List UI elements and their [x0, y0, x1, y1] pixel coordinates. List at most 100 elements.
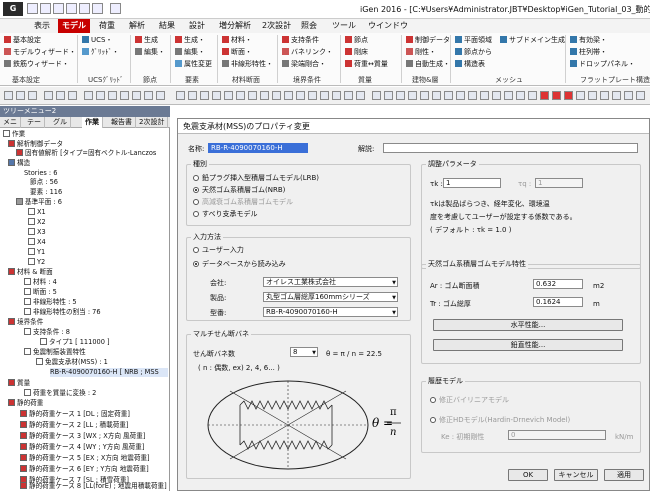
from-nodes-button[interactable]: 節点から	[455, 48, 492, 57]
name-input[interactable]: RB-R-4090070160-H	[208, 143, 308, 153]
nonlinear-property-button[interactable]: 非線形特性・	[222, 60, 273, 69]
open-file-icon[interactable]	[40, 3, 51, 14]
menu-view[interactable]: 表示	[30, 19, 54, 33]
toolbar-icon[interactable]	[516, 91, 525, 100]
menu-window[interactable]: ウインドウ	[364, 19, 412, 33]
description-input[interactable]	[383, 143, 638, 153]
model-select[interactable]: RB-R-4090070160-H ▼	[263, 307, 398, 317]
plane-region-button[interactable]: 平面領域	[455, 36, 492, 45]
tree-item[interactable]: 節点 : 56	[30, 178, 58, 187]
tree-item[interactable]: 材料 : 4	[24, 278, 57, 287]
tree-item[interactable]: 固有値解析 [タイプ=固有ベクトル-Lanczos	[16, 149, 156, 158]
drop-panel-button[interactable]: ドロップパネル・	[570, 60, 635, 69]
toolbar-icon[interactable]	[260, 91, 269, 100]
tab-report[interactable]: 報告書	[108, 117, 136, 128]
toolbar-icon[interactable]	[248, 91, 257, 100]
menu-tools[interactable]: ツール	[328, 19, 360, 33]
tree-item[interactable]: 静的荷重ケース 1 [DL ; 固定荷重]	[20, 410, 130, 419]
toolbar-icon[interactable]	[272, 91, 281, 100]
toolbar-icon[interactable]	[576, 91, 585, 100]
ke-input[interactable]: 0	[508, 430, 606, 440]
hysteresis-bilinear[interactable]: 修正バイリニアモデル	[430, 395, 509, 405]
toolbar-icon[interactable]	[456, 91, 465, 100]
tree-item[interactable]: タイプ1 [ 111000 ]	[40, 338, 110, 347]
tree-item[interactable]: 支持条件 : 8	[24, 328, 70, 337]
cancel-button[interactable]: キャンセル	[554, 469, 598, 481]
company-select[interactable]: オイレス工業株式会社 ▼	[263, 277, 398, 287]
node-create-button[interactable]: 生成	[135, 36, 158, 45]
toolbar-icon[interactable]	[384, 91, 393, 100]
tree-item[interactable]: 作業	[3, 130, 25, 139]
model-wizard-button[interactable]: モデルウィザード・	[4, 48, 76, 57]
menu-incremental[interactable]: 増分解析	[215, 19, 255, 33]
section-button[interactable]: 断面・	[222, 48, 252, 57]
tree-item[interactable]: X4	[28, 238, 46, 247]
toolbar-icon[interactable]	[504, 91, 513, 100]
toolbar-icon[interactable]	[84, 91, 93, 100]
toolbar-icon[interactable]	[236, 91, 245, 100]
tr-input[interactable]: 0.1624	[533, 297, 583, 307]
tree-item[interactable]: 基準平面 : 6	[16, 198, 62, 207]
tree-item[interactable]: Y2	[28, 258, 45, 267]
toolbar-icon[interactable]	[408, 91, 417, 100]
type-option-lrb[interactable]: 鉛プラグ挿入型積層ゴムモデル(LRB)	[193, 173, 319, 183]
beam-end-rigid-button[interactable]: 梁端剛合・	[282, 60, 326, 69]
toolbar-icon[interactable]	[108, 91, 117, 100]
toolbar-icon[interactable]	[444, 91, 453, 100]
tk-input[interactable]: 1	[443, 178, 501, 188]
toolbar-icon[interactable]	[96, 91, 105, 100]
menu-analysis[interactable]: 解析	[125, 19, 149, 33]
subdomain-button[interactable]: サブドメイン生成	[500, 36, 565, 45]
toolbar-icon[interactable]	[44, 91, 53, 100]
toolbar-icon[interactable]	[144, 91, 153, 100]
toolbar-icon[interactable]	[468, 91, 477, 100]
rigid-floor-button[interactable]: 剛床	[345, 48, 368, 57]
tab-table[interactable]: テー	[24, 117, 45, 128]
toolbar-icon[interactable]	[624, 91, 633, 100]
toolbar-icon[interactable]	[600, 91, 609, 100]
save-icon[interactable]	[53, 3, 64, 14]
menu-results[interactable]: 結果	[155, 19, 179, 33]
structure-table-button[interactable]: 構造表	[455, 60, 485, 69]
toolbar-icon[interactable]	[212, 91, 221, 100]
tree-item-selected[interactable]: RB-R-4090070160-H [ NRB ; MSS	[50, 368, 168, 377]
tree-item[interactable]: X3	[28, 228, 46, 237]
tree-item[interactable]: 静的荷重ケース 4 [WY ; Y方向 風荷重]	[20, 443, 144, 452]
toolbar-icon[interactable]	[356, 91, 365, 100]
grid-button[interactable]: ｸﾞﾘｯﾄﾞ・	[82, 48, 119, 57]
toolbar-icon[interactable]	[332, 91, 341, 100]
column-strip-button[interactable]: 柱列帯・	[570, 48, 607, 57]
type-option-hdr[interactable]: 高減衰ゴム系積層ゴムモデル	[193, 197, 293, 207]
hysteresis-hd[interactable]: 修正HDモデル(Hardin-Drnevich Model)	[430, 415, 570, 425]
tree-item[interactable]: Stories : 6	[24, 169, 57, 178]
toolbar-icon[interactable]	[396, 91, 405, 100]
tree-item[interactable]: 免震支承材(MSS) : 1	[36, 358, 108, 367]
toolbar-icon[interactable]	[284, 91, 293, 100]
toolbar-icon[interactable]	[68, 91, 77, 100]
undo-icon[interactable]	[79, 3, 90, 14]
toolbar-icon[interactable]	[224, 91, 233, 100]
print-icon[interactable]	[66, 3, 77, 14]
mass-node-button[interactable]: 節点	[345, 36, 368, 45]
toolbar-icon[interactable]	[296, 91, 305, 100]
toolbar-icon[interactable]	[120, 91, 129, 100]
tree-item[interactable]: 免震制振装置特性	[24, 348, 86, 357]
support-button[interactable]: 支持条件	[282, 36, 319, 45]
toolbar-icon[interactable]	[132, 91, 141, 100]
type-option-nrb[interactable]: 天然ゴム系積層ゴム(NRB)	[193, 185, 285, 195]
toolbar-icon[interactable]	[372, 91, 381, 100]
tab-work[interactable]: 作業	[82, 117, 103, 128]
product-select[interactable]: 丸型ゴム層総厚160mmシリーズ ▼	[263, 292, 398, 302]
menu-design[interactable]: 設計	[185, 19, 209, 33]
tree-item[interactable]: 非線形特性 : 5	[24, 298, 77, 307]
tree-item[interactable]: 静的荷重ケース 6 [EY ; Y方向 地震荷重]	[20, 465, 149, 474]
ucs-button[interactable]: UCS・	[82, 36, 112, 45]
attribute-change-button[interactable]: 属性変更	[175, 60, 212, 69]
toolbar-icon[interactable]	[176, 91, 185, 100]
basic-settings-button[interactable]: 基本設定	[4, 36, 41, 45]
spring-link-button[interactable]: バネリンク・	[282, 48, 333, 57]
toolbar-icon[interactable]	[344, 91, 353, 100]
toolbar-icon[interactable]	[612, 91, 621, 100]
menu-query[interactable]: 照会	[297, 19, 321, 33]
tree-item[interactable]: 境界条件	[8, 318, 43, 327]
